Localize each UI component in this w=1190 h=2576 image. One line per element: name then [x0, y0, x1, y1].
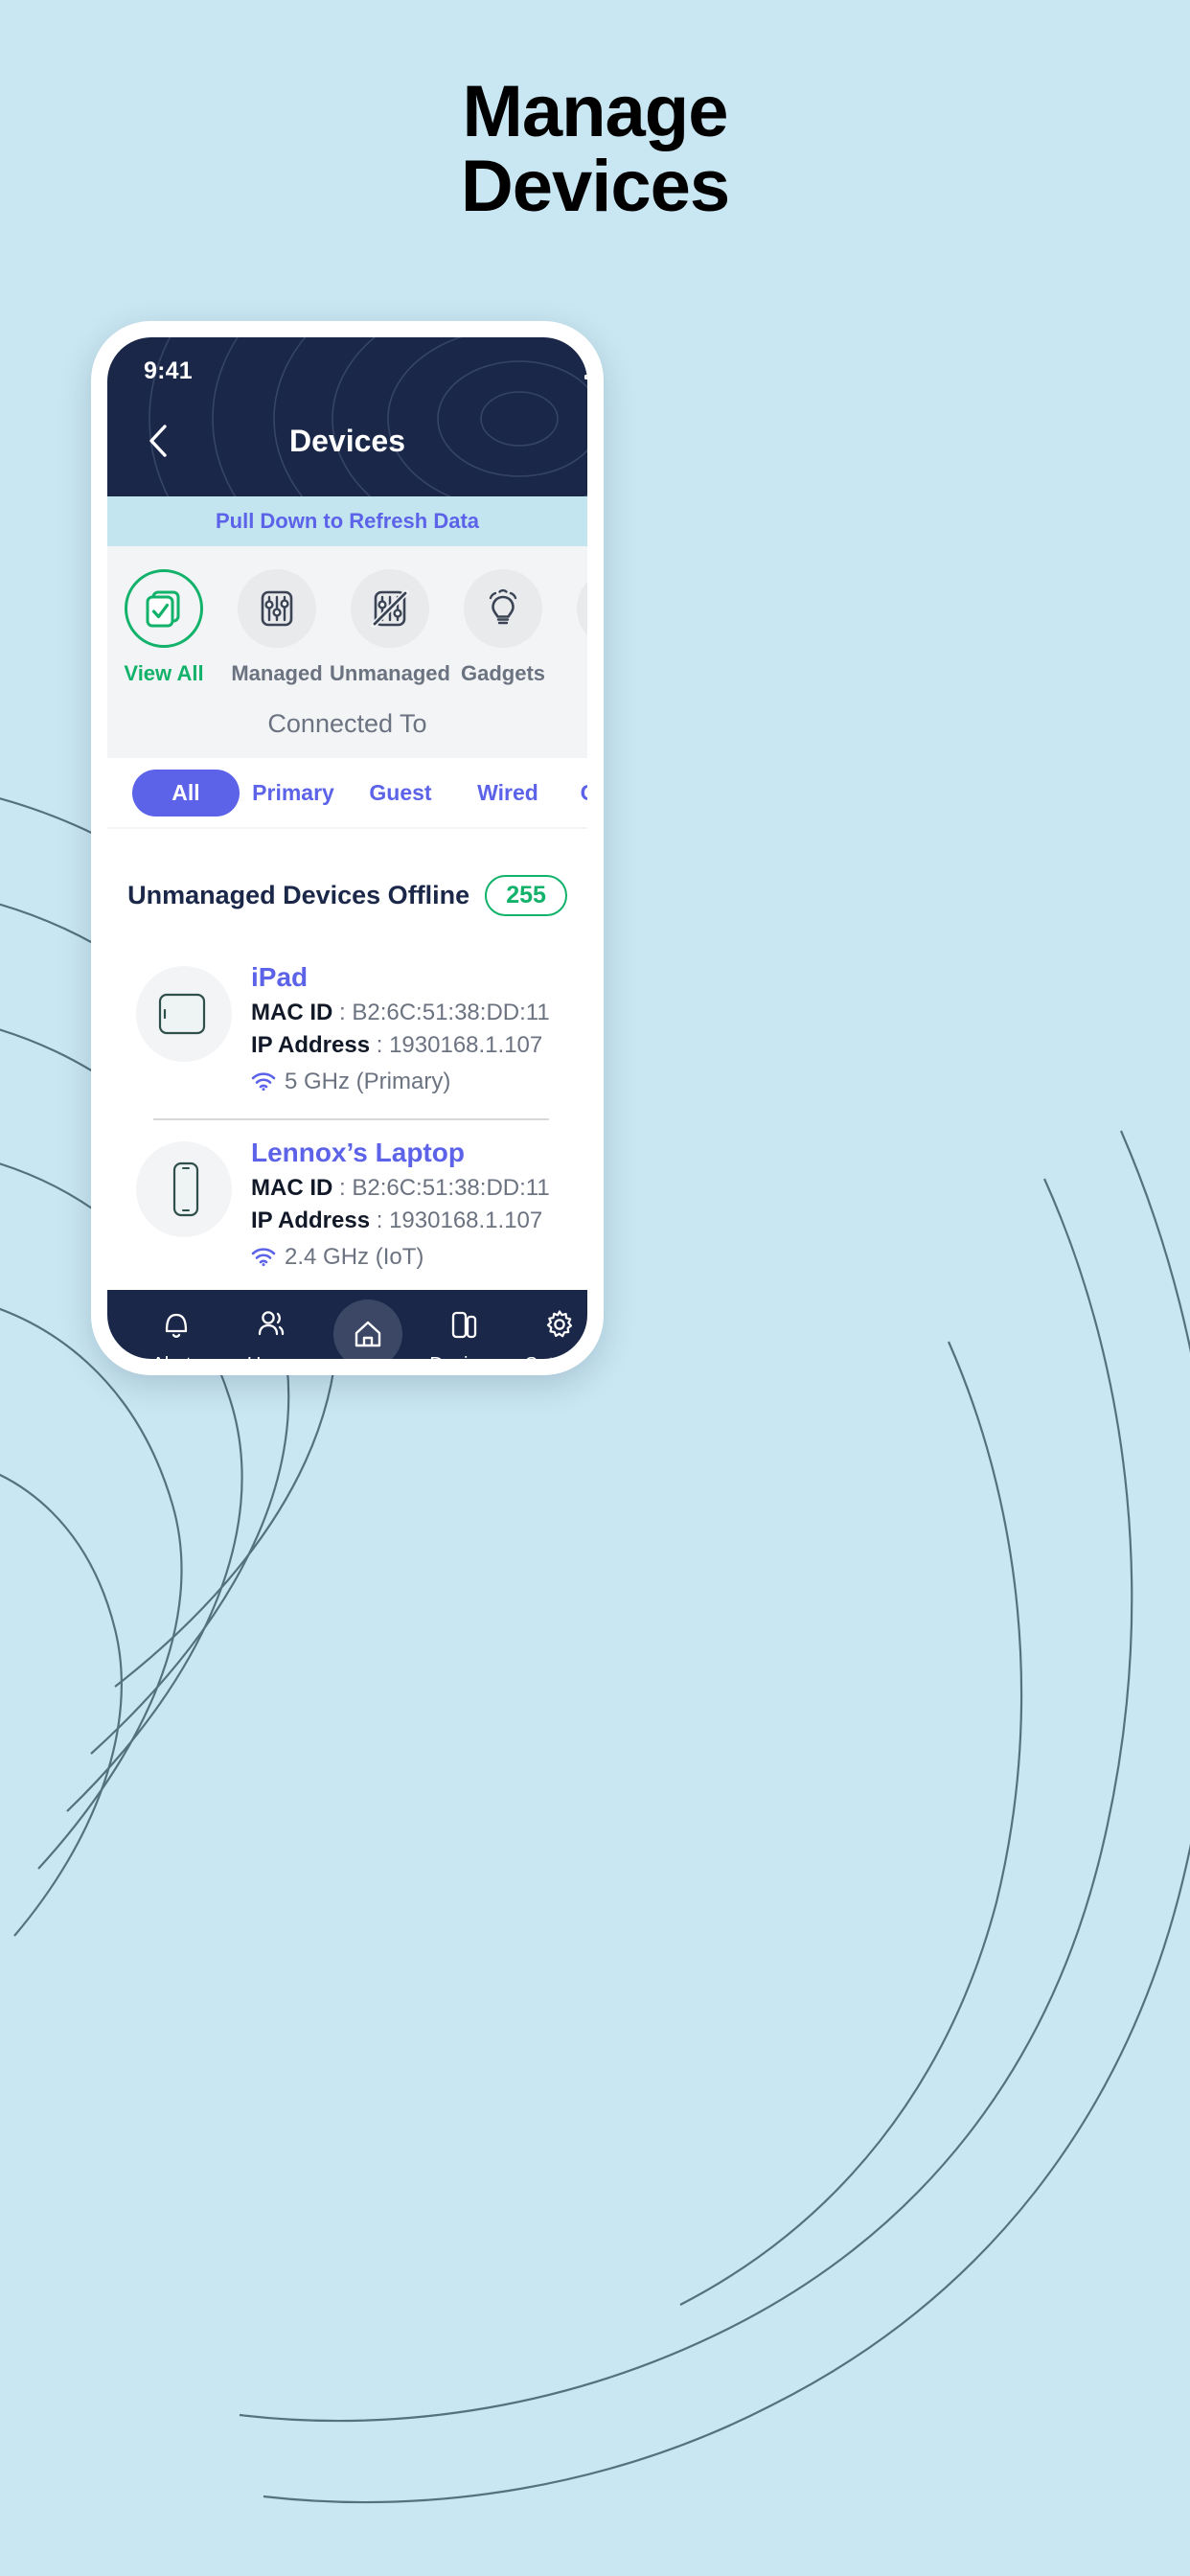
- mac-separator: :: [332, 1175, 353, 1202]
- header-nav-row: Devices: [107, 391, 587, 491]
- device-mac-row: MAC ID : B2:6C:51:38:DD:11: [251, 1172, 550, 1205]
- chip-wired[interactable]: Wired: [454, 770, 561, 816]
- lightbulb-icon: [489, 588, 517, 625]
- device-thumbnail: [136, 966, 232, 1062]
- nav-item-settings[interactable]: Settings: [512, 1307, 587, 1359]
- device-name[interactable]: Lennox’s Laptop: [251, 1138, 550, 1168]
- bottom-navigation[interactable]: Alerts Users: [107, 1290, 587, 1359]
- category-managed[interactable]: Managed: [220, 569, 333, 686]
- mac-label: MAC ID: [251, 1000, 333, 1025]
- chip-guest[interactable]: Guest: [347, 770, 454, 816]
- nav-label: Users: [247, 1354, 297, 1359]
- ip-separator: :: [370, 1032, 390, 1059]
- category-filter-strip[interactable]: View All Managed Unmanaged Gadgets: [107, 546, 587, 700]
- nav-label: Settings: [525, 1354, 587, 1359]
- device-mac-row: MAC ID : B2:6C:51:38:DD:11: [251, 997, 550, 1029]
- nav-label: Alerts: [151, 1354, 200, 1359]
- app-viewport: 9:41 Devices Pull Down to Refresh Data V…: [107, 337, 587, 1359]
- device-thumbnail: [136, 1141, 232, 1238]
- mac-label: MAC ID: [251, 1175, 333, 1202]
- chip-all[interactable]: All: [132, 769, 240, 816]
- checked-documents-icon: [146, 590, 180, 628]
- device-section-title: Unmanaged Devices Offline: [127, 881, 470, 909]
- nav-item-users[interactable]: Users: [224, 1307, 320, 1359]
- ip-value: 1930168.1.107: [389, 1032, 543, 1059]
- category-icon-wrap: [125, 569, 203, 648]
- device-band-label: 5 GHz (Primary): [285, 1069, 451, 1095]
- sliders-slash-icon: [371, 589, 409, 628]
- category-label: Unmanaged: [330, 661, 450, 685]
- device-info: iPad MAC ID : B2:6C:51:38:DD:11 IP Addre…: [251, 960, 550, 1095]
- device-info: Lennox’s Laptop MAC ID : B2:6C:51:38:DD:…: [251, 1136, 550, 1271]
- home-icon: [355, 1322, 381, 1347]
- status-bar: 9:41: [107, 337, 587, 391]
- gear-icon: [546, 1310, 573, 1338]
- mac-value: B2:6C:51:38:DD:11: [352, 1000, 550, 1025]
- nav-icon-wrap: [255, 1307, 289, 1346]
- category-unmanaged[interactable]: Unmanaged: [330, 569, 450, 686]
- tablet-icon: [158, 993, 206, 1035]
- pull-to-refresh-text: Pull Down to Refresh Data: [215, 509, 480, 533]
- device-section-header: Unmanaged Devices Offline 255: [107, 839, 587, 945]
- nav-label: Devices: [429, 1354, 497, 1359]
- chip-primary[interactable]: Primary: [240, 770, 347, 816]
- users-icon: [258, 1311, 285, 1336]
- connected-to-label: Connected To: [267, 709, 427, 738]
- ip-label: IP Address: [251, 1208, 371, 1234]
- category-tv[interactable]: TV: [560, 569, 587, 686]
- device-list: Unmanaged Devices Offline 255 iPad MAC I…: [107, 829, 587, 1291]
- device-count-badge: 255: [485, 875, 567, 916]
- nav-item-home[interactable]: [320, 1300, 416, 1359]
- ip-value: 1930168.1.107: [389, 1208, 543, 1234]
- category-gadgets[interactable]: Gadgets: [446, 569, 560, 686]
- nav-icon-wrap: [447, 1307, 480, 1346]
- category-label: View All: [124, 661, 204, 685]
- page-title: Manage Devices: [0, 71, 1190, 228]
- category-icon-wrap: [464, 569, 542, 648]
- sliders-icon: [261, 590, 293, 627]
- wifi-icon: [251, 1072, 276, 1092]
- page-header-title: Devices: [289, 423, 405, 458]
- nav-icon-wrap: [333, 1300, 402, 1359]
- device-ip-row: IP Address : 1930168.1.107: [251, 1205, 550, 1237]
- device-ip-row: IP Address : 1930168.1.107: [251, 1029, 550, 1062]
- mac-separator: :: [332, 1000, 353, 1025]
- phone-icon: [172, 1162, 199, 1217]
- app-header: 9:41 Devices: [107, 337, 587, 496]
- chip-offline[interactable]: Offline: [561, 770, 587, 816]
- phone-screen: 9:41 Devices Pull Down to Refresh Data V…: [107, 337, 587, 1359]
- nav-icon-wrap: [160, 1307, 193, 1346]
- phone-frame: 9:41 Devices Pull Down to Refresh Data V…: [91, 321, 604, 1375]
- connected-to-section: Connected To All Primary Guest Wired Off…: [107, 700, 587, 829]
- status-icons: [584, 362, 587, 380]
- category-icon-wrap: [577, 569, 587, 648]
- bell-icon: [165, 1314, 188, 1339]
- device-band-label: 2.4 GHz (IoT): [285, 1244, 424, 1271]
- category-icon-wrap: [238, 569, 316, 648]
- category-icon-wrap: [351, 569, 429, 648]
- nav-icon-wrap: [542, 1307, 577, 1346]
- cellular-signal-icon: [584, 375, 587, 380]
- page-title-line-2: Devices: [460, 146, 730, 228]
- pull-to-refresh-banner: Pull Down to Refresh Data: [107, 496, 587, 546]
- status-time: 9:41: [144, 356, 193, 384]
- devices-icon: [451, 1312, 477, 1339]
- ip-separator: :: [370, 1208, 390, 1234]
- table-row[interactable]: iPad MAC ID : B2:6C:51:38:DD:11 IP Addre…: [107, 945, 587, 1115]
- category-view-all[interactable]: View All: [107, 569, 220, 686]
- category-label: Gadgets: [460, 661, 546, 685]
- nav-item-devices[interactable]: Devices: [416, 1307, 512, 1359]
- wifi-icon: [251, 1248, 276, 1267]
- table-row[interactable]: Lennox’s Laptop MAC ID : B2:6C:51:38:DD:…: [107, 1120, 587, 1290]
- device-band-row: 2.4 GHz (IoT): [251, 1244, 550, 1271]
- device-band-row: 5 GHz (Primary): [251, 1069, 550, 1095]
- connection-filter-chips[interactable]: All Primary Guest Wired Offline: [107, 758, 587, 827]
- category-label: Managed: [231, 661, 323, 685]
- nav-item-alerts[interactable]: Alerts: [128, 1307, 224, 1359]
- ip-label: IP Address: [251, 1032, 371, 1059]
- device-name[interactable]: iPad: [251, 962, 550, 993]
- page-title-line-1: Manage: [462, 71, 729, 152]
- mac-value: B2:6C:51:38:DD:11: [352, 1175, 550, 1202]
